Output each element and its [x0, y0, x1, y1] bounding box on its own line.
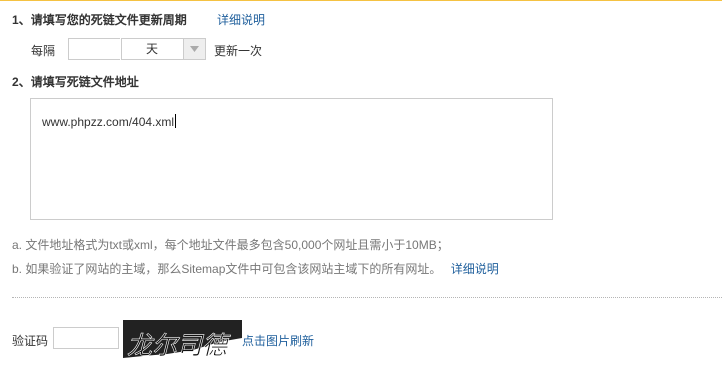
period-input[interactable]: [68, 38, 120, 60]
note-b-text: b. 如果验证了网站的主域，那么Sitemap文件中可包含该网站主域下的所有网址…: [12, 262, 442, 276]
section1-help-link[interactable]: 详细说明: [217, 11, 265, 28]
every-label: 每隔: [31, 44, 56, 58]
captcha-image[interactable]: 龙尔司德: [123, 320, 242, 358]
note-a: a. 文件地址格式为txt或xml，每个地址文件最多包含50,000个网址且需小…: [12, 238, 449, 252]
captcha-label: 验证码: [12, 334, 49, 348]
unit-select-value: 天: [145, 42, 158, 56]
text-caret: [175, 114, 177, 128]
chevron-down-icon: [190, 46, 199, 52]
top-border: [0, 0, 722, 1]
url-text: www.phpzz.com/404.xml: [42, 115, 175, 129]
section1-number: 1、: [12, 13, 31, 27]
update-suffix-label: 更新一次: [214, 44, 263, 58]
section2-heading: 2、请填写死链文件地址: [12, 73, 139, 90]
captcha-input[interactable]: [53, 327, 119, 349]
section-divider: [12, 297, 722, 298]
section2-title: 请填写死链文件地址: [30, 75, 139, 89]
unit-select-dropdown-button[interactable]: [183, 39, 205, 59]
section2-number: 2、: [12, 75, 31, 89]
deadlink-url-textarea[interactable]: www.phpzz.com/404.xml: [30, 98, 553, 220]
section1-heading: 1、请填写您的死链文件更新周期: [12, 11, 187, 28]
unit-select[interactable]: 天: [121, 38, 206, 60]
note-b-help-link[interactable]: 详细说明: [451, 262, 499, 276]
section1-title: 请填写您的死链文件更新周期: [30, 13, 187, 27]
note-b: b. 如果验证了网站的主域，那么Sitemap文件中可包含该网站主域下的所有网址…: [12, 260, 499, 277]
captcha-refresh-link[interactable]: 点击图片刷新: [242, 332, 314, 349]
captcha-text: 龙尔司德: [127, 331, 231, 358]
